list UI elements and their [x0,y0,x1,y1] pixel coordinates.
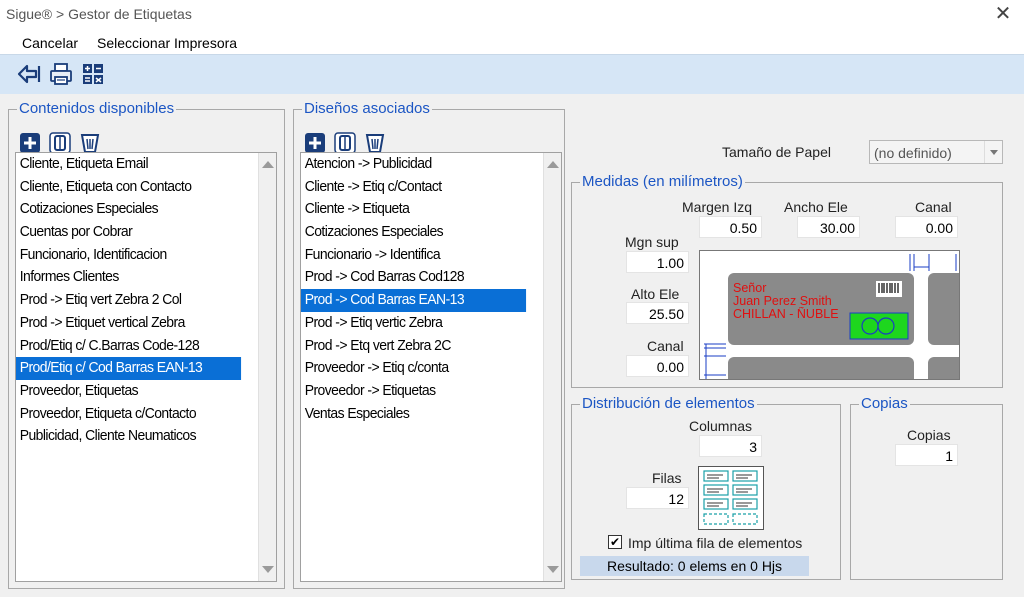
contenidos-list-item[interactable]: Cotizaciones Especiales [16,198,241,221]
margen-izq-input[interactable]: 0.50 [699,216,762,238]
disenos-list-item[interactable]: Proveedor -> Etiq c/conta [301,357,526,380]
contenidos-list-item[interactable]: Cuentas por Cobrar [16,221,241,244]
disenos-list-item[interactable]: Cliente -> Etiq c/Contact [301,176,526,199]
medidas-title: Medidas (en milímetros) [580,173,745,191]
disenos-list-item[interactable]: Proveedor -> Etiquetas [301,380,526,403]
distribucion-title: Distribución de elementos [580,395,757,413]
disenos-list-item[interactable]: Cliente -> Etiqueta [301,198,526,221]
contenidos-list-item[interactable]: Prod -> Etiq vert Zebra 2 Col [16,289,241,312]
contenidos-list-item[interactable]: Prod -> Etiquet vertical Zebra [16,312,241,335]
scroll-up-icon[interactable] [262,161,274,168]
contenidos-list-item[interactable]: Informes Clientes [16,266,241,289]
disenos-scrollbar[interactable] [543,153,561,581]
contenidos-list-item[interactable]: Publicidad, Cliente Neumaticos [16,425,241,448]
imp-ultima-fila-label: Imp última fila de elementos [628,535,803,551]
chevron-down-icon[interactable] [984,141,1002,163]
disenos-list-item[interactable]: Atencion -> Publicidad [301,153,526,176]
paper-size-value: (no definido) [874,145,952,161]
contenidos-list-item[interactable]: Proveedor, Etiquetas [16,380,241,403]
copias-title: Copias [859,395,910,413]
toolbar [0,54,1024,94]
contenidos-list-item[interactable]: Cliente, Etiqueta Email [16,153,241,176]
label-preview: Señor Juan Perez Smith CHILLAN - ÑUBLE [699,250,960,380]
preview-line-2: Juan Perez Smith [733,294,832,308]
paper-size-label: Tamaño de Papel [722,144,831,160]
scroll-down-icon[interactable] [262,566,274,573]
close-icon[interactable]: ✕ [990,2,1016,28]
ancho-ele-input[interactable]: 30.00 [797,216,860,238]
add-icon[interactable] [304,132,326,154]
columnas-input[interactable]: 3 [699,435,762,457]
canal-left-label: Canal [647,338,684,354]
scroll-up-icon[interactable] [547,161,559,168]
canal-top-label: Canal [915,199,952,215]
copias-label: Copias [907,427,951,443]
preview-line-1: Señor [733,281,767,295]
columnas-label: Columnas [689,418,753,434]
disenos-list-item[interactable]: Prod -> Cod Barras Cod128 [301,266,526,289]
alto-ele-input[interactable]: 25.50 [626,302,689,324]
paper-size-select[interactable]: (no definido) [869,140,1003,164]
back-icon[interactable] [16,61,42,87]
disenos-list-item[interactable]: Funcionario -> Identifica [301,244,526,267]
mgn-sup-input[interactable]: 1.00 [626,251,689,273]
menu-bar: Cancelar Seleccionar Impresora [0,30,1024,54]
preview-line-3: CHILLAN - ÑUBLE [733,307,839,321]
grid-layout-icon [698,466,764,530]
scroll-down-icon[interactable] [547,566,559,573]
contenidos-list-item[interactable]: Prod/Etiq c/ C.Barras Code-128 [16,335,241,358]
contenidos-list-item[interactable]: Funcionario, Identificacion [16,244,241,267]
copias-input[interactable]: 1 [895,444,958,466]
window-title: Sigue® > Gestor de Etiquetas [6,6,192,22]
title-bar: Sigue® > Gestor de Etiquetas ✕ [0,0,1024,30]
margen-izq-label: Margen Izq [682,199,753,215]
filas-label: Filas [652,470,682,486]
trash-icon[interactable] [79,132,101,154]
attach-icon[interactable] [49,132,71,154]
menu-select-printer[interactable]: Seleccionar Impresora [97,35,237,51]
contenidos-list-item[interactable]: Prod/Etiq c/ Cod Barras EAN-13 [16,357,242,380]
disenos-list-item[interactable]: Ventas Especiales [301,403,526,426]
disenos-list-item[interactable]: Cotizaciones Especiales [301,221,526,244]
disenos-title: Diseños asociados [302,100,432,118]
disenos-list-item[interactable]: Prod -> Etiq vertic Zebra [301,312,526,335]
canal-left-input[interactable]: 0.00 [626,355,689,377]
contenidos-title: Contenidos disponibles [17,100,177,118]
attach-icon[interactable] [334,132,356,154]
trash-icon[interactable] [364,132,386,154]
contenidos-scrollbar[interactable] [258,153,276,581]
contenidos-list[interactable]: Cliente, Etiqueta Email Cliente, Etiqueta… [15,152,277,582]
alto-ele-label: Alto Ele [631,286,680,302]
calculator-icon[interactable] [80,61,106,87]
imp-ultima-fila-checkbox[interactable]: ✔ [608,535,622,549]
canal-top-input[interactable]: 0.00 [895,216,958,238]
disenos-list[interactable]: Atencion -> Publicidad Cliente -> Etiq c/… [300,152,562,582]
ancho-ele-label: Ancho Ele [784,199,848,215]
disenos-list-item[interactable]: Prod -> Etq vert Zebra 2C [301,335,526,358]
print-icon[interactable] [48,61,74,87]
filas-input[interactable]: 12 [626,487,689,509]
disenos-list-item[interactable]: Prod -> Cod Barras EAN-13 [301,289,527,312]
add-icon[interactable] [19,132,41,154]
resultado-status: Resultado: 0 elems en 0 Hjs [580,556,809,576]
mgn-sup-label: Mgn sup [625,234,679,250]
contenidos-list-item[interactable]: Cliente, Etiqueta con Contacto [16,176,241,199]
menu-cancel[interactable]: Cancelar [22,35,78,51]
contenidos-list-item[interactable]: Proveedor, Etiqueta c/Contacto [16,403,241,426]
